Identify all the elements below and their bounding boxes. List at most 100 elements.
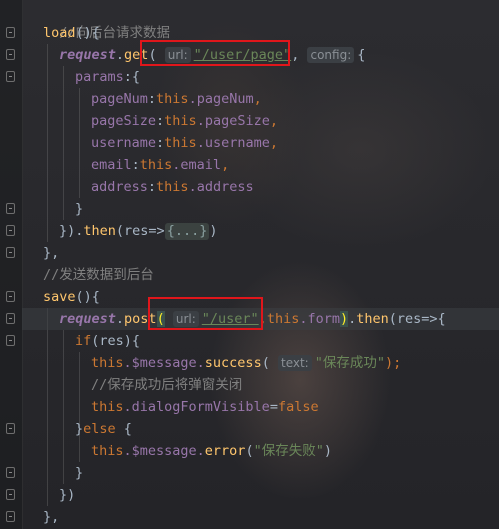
fold-marker-icon[interactable] [6,203,15,214]
property-ref: .form [299,311,340,327]
property-ref: .pageSize [196,113,270,129]
indent-guide [47,44,48,242]
this-keyword: this [91,443,124,459]
code-punct: . [115,47,125,63]
code-line-6[interactable]: pageSize:this.pageSize, [91,110,278,132]
code-line-8[interactable]: email:this.email, [91,154,229,176]
this-keyword: this [156,179,189,195]
property-ref: .address [188,179,254,195]
code-punct: }). [59,223,84,239]
string-literal: "保存成功" [314,355,385,371]
code-punct: } [75,201,84,217]
param-hint: config: [307,47,355,63]
fold-marker-icon[interactable] [6,291,15,302]
method-name: error [204,443,246,459]
code-line-11[interactable]: }).then(res=> {...}) [59,220,217,242]
fold-marker-icon[interactable] [6,313,15,324]
fold-marker-icon[interactable] [6,71,15,82]
code-punct: , [253,91,262,107]
fold-marker-icon[interactable] [6,27,15,38]
code-line-19[interactable]: this.dialogFormVisible=false [91,396,319,418]
code-line-22[interactable]: } [75,462,83,484]
this-keyword: this [266,311,300,327]
annotation-box-get-url [140,40,290,66]
code-punct: (res){ [91,333,141,349]
method-name: then [356,311,389,327]
code-punct: (){ [75,289,100,305]
code-punct: ) [323,443,332,459]
this-keyword: this [164,135,197,151]
code-punct: ) [209,223,218,239]
code-line-1[interactable]: //向后台请求数据 [43,0,170,41]
fold-marker-icon[interactable] [6,489,15,500]
code-line-4[interactable]: params:{ [75,66,140,88]
indent-guide [63,66,64,220]
object-key: address [91,179,148,195]
indent-guide [79,88,80,198]
code-punct: (){ [75,25,100,41]
property-ref: .email [172,157,222,173]
code-punct: , [269,113,278,129]
fold-marker-icon[interactable] [6,335,15,346]
code-line-17[interactable]: this.$message.success( text: "保存成功"); [91,352,401,374]
object-key: pageNum [91,91,148,107]
indent-guide [63,330,64,484]
code-punct: } [75,465,84,481]
string-literal: "保存失败" [253,443,324,459]
code-punct: , [291,47,300,63]
code-punct: , [221,157,230,173]
fold-marker-icon[interactable] [6,511,15,522]
fold-marker-icon[interactable] [6,49,15,60]
code-punct: (res=> [115,223,165,239]
else-keyword: else [83,421,116,437]
code-line-21[interactable]: this.$message.error("保存失败") [91,440,332,462]
method-name: success [204,355,262,371]
code-line-5[interactable]: pageNum:this.pageNum, [91,88,262,110]
code-line-7[interactable]: username:this.username, [91,132,278,154]
code-line-24[interactable]: }, [43,506,59,528]
code-punct: . [115,311,125,327]
code-punct: } [75,421,84,437]
code-line-13[interactable]: //发送数据到后台 [43,264,154,286]
property-ref: .dialogFormVisible [123,399,270,415]
code-line-20[interactable]: }else { [75,418,132,440]
fold-marker-icon[interactable] [6,225,15,236]
code-line-10[interactable]: } [75,198,83,220]
this-keyword: this [139,157,173,173]
object-name: request [59,311,116,327]
code-line-2[interactable]: load(){ [43,22,100,44]
code-punct: (res=>{ [388,311,446,327]
param-hint: text: [277,355,312,371]
property-ref: .pageNum [188,91,254,107]
code-line-23[interactable]: }) [59,484,75,506]
folded-code-placeholder[interactable]: {...} [164,223,210,240]
fold-marker-icon[interactable] [6,247,15,258]
fold-marker-icon[interactable] [6,423,15,434]
code-punct: ( [261,355,270,371]
object-name: request [59,47,116,63]
code-punct: }, [43,245,60,261]
comment: //发送数据到后台 [43,267,154,283]
code-punct: }, [43,509,60,525]
code-line-14[interactable]: save(){ [43,286,100,308]
code-line-18[interactable]: //保存成功后将弹窗关闭 [91,374,242,396]
property-ref: .username [196,135,270,151]
indent-guide [79,352,80,462]
code-punct: :{ [123,69,141,85]
code-punct: }) [59,487,76,503]
indent-guide [47,308,48,506]
object-key: email [91,157,132,173]
code-line-12[interactable]: }, [43,242,59,264]
method-name: then [83,223,116,239]
code-line-16[interactable]: if(res){ [75,330,140,352]
method-name: save [43,289,76,305]
property-ref: .$message. [123,443,205,459]
code-line-9[interactable]: address:this.address [91,176,254,198]
fold-marker-icon[interactable] [6,467,15,478]
code-punct: = [269,399,278,415]
method-name: load [43,25,76,41]
code-punct: ( [245,443,254,459]
object-key: pageSize [91,113,157,129]
code-punct: { [115,421,132,437]
code-punct: { [357,47,366,63]
